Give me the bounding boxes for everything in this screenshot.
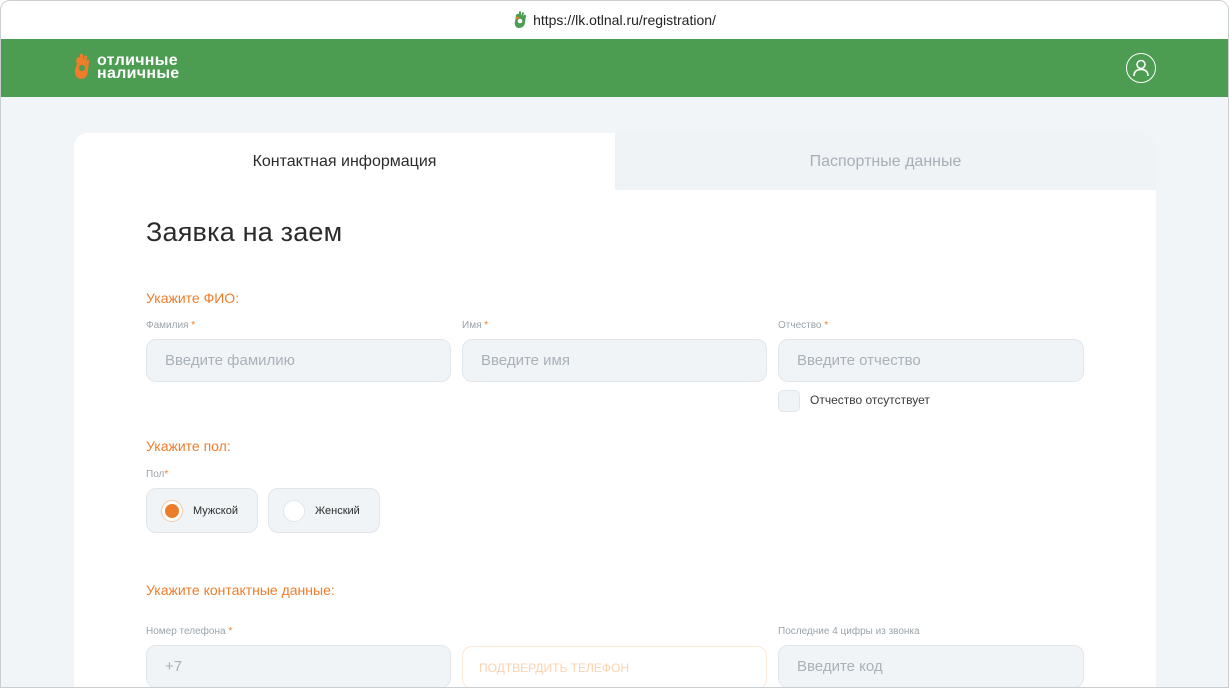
page-title: Заявка на заем <box>146 217 343 247</box>
gender-female-option[interactable]: Женский <box>268 488 380 533</box>
site-logo[interactable]: отличные наличные <box>73 53 180 82</box>
name-required-mark: * <box>484 320 489 331</box>
gender-section-label: Укажите пол: <box>146 438 231 454</box>
name-label: Имя * <box>462 320 488 331</box>
site-header: отличные наличные <box>1 39 1228 97</box>
name-label-text: Имя <box>462 320 482 331</box>
tab-passport-data[interactable]: Паспортные данные <box>615 133 1156 190</box>
patronymic-input[interactable] <box>778 339 1084 382</box>
form-tabs: Контактная информация Паспортные данные <box>74 133 1156 190</box>
patronymic-label-text: Отчество <box>778 320 822 331</box>
registration-card: Контактная информация Паспортные данные … <box>74 133 1156 687</box>
radio-checked-icon <box>161 499 183 522</box>
phone-required-mark: * <box>228 626 233 637</box>
url-text: https://lk.otlnal.ru/registration/ <box>533 12 716 28</box>
radio-unchecked-icon <box>283 499 305 522</box>
gender-required-mark: * <box>164 469 169 480</box>
tab-contact-info[interactable]: Контактная информация <box>74 133 615 190</box>
phone-label: Номер телефона * <box>146 626 232 637</box>
name-input[interactable] <box>462 339 767 382</box>
phone-input[interactable] <box>146 645 451 687</box>
gender-label-text: Пол <box>146 469 165 480</box>
ok-hand-icon <box>514 11 527 28</box>
address-bar[interactable]: https://lk.otlnal.ru/registration/ <box>1 1 1228 39</box>
confirm-phone-button[interactable]: ПОДТВЕРДИТЬ ТЕЛЕФОН <box>462 646 767 687</box>
gender-female-label: Женский <box>315 504 360 517</box>
gender-male-label: Мужской <box>193 504 238 517</box>
phone-label-text: Номер телефона <box>146 626 226 637</box>
call-code-input[interactable] <box>778 645 1084 687</box>
surname-label: Фамилия * <box>146 320 195 331</box>
surname-required-mark: * <box>191 320 196 331</box>
fio-section-label: Укажите ФИО: <box>146 290 240 306</box>
logo-line-2: наличные <box>97 65 180 82</box>
profile-button[interactable] <box>1126 53 1156 83</box>
user-circle-icon <box>1133 59 1149 77</box>
logo-text: отличные наличные <box>97 53 180 82</box>
hand-logo-icon <box>74 53 90 79</box>
contacts-section-label: Укажите контактные данные: <box>146 582 335 598</box>
code-label: Последние 4 цифры из звонка <box>778 626 920 637</box>
no-patronymic-label: Отчество отсутствует <box>810 393 930 407</box>
surname-label-text: Фамилия <box>146 320 189 331</box>
no-patronymic-checkbox[interactable] <box>778 390 800 412</box>
patronymic-label: Отчество * <box>778 320 828 331</box>
browser-window: https://lk.otlnal.ru/registration/ отлич… <box>0 0 1229 688</box>
surname-input[interactable] <box>146 339 451 382</box>
gender-label: Пол* <box>146 469 168 480</box>
patronymic-required-mark: * <box>824 320 829 331</box>
gender-male-option[interactable]: Мужской <box>146 488 258 533</box>
